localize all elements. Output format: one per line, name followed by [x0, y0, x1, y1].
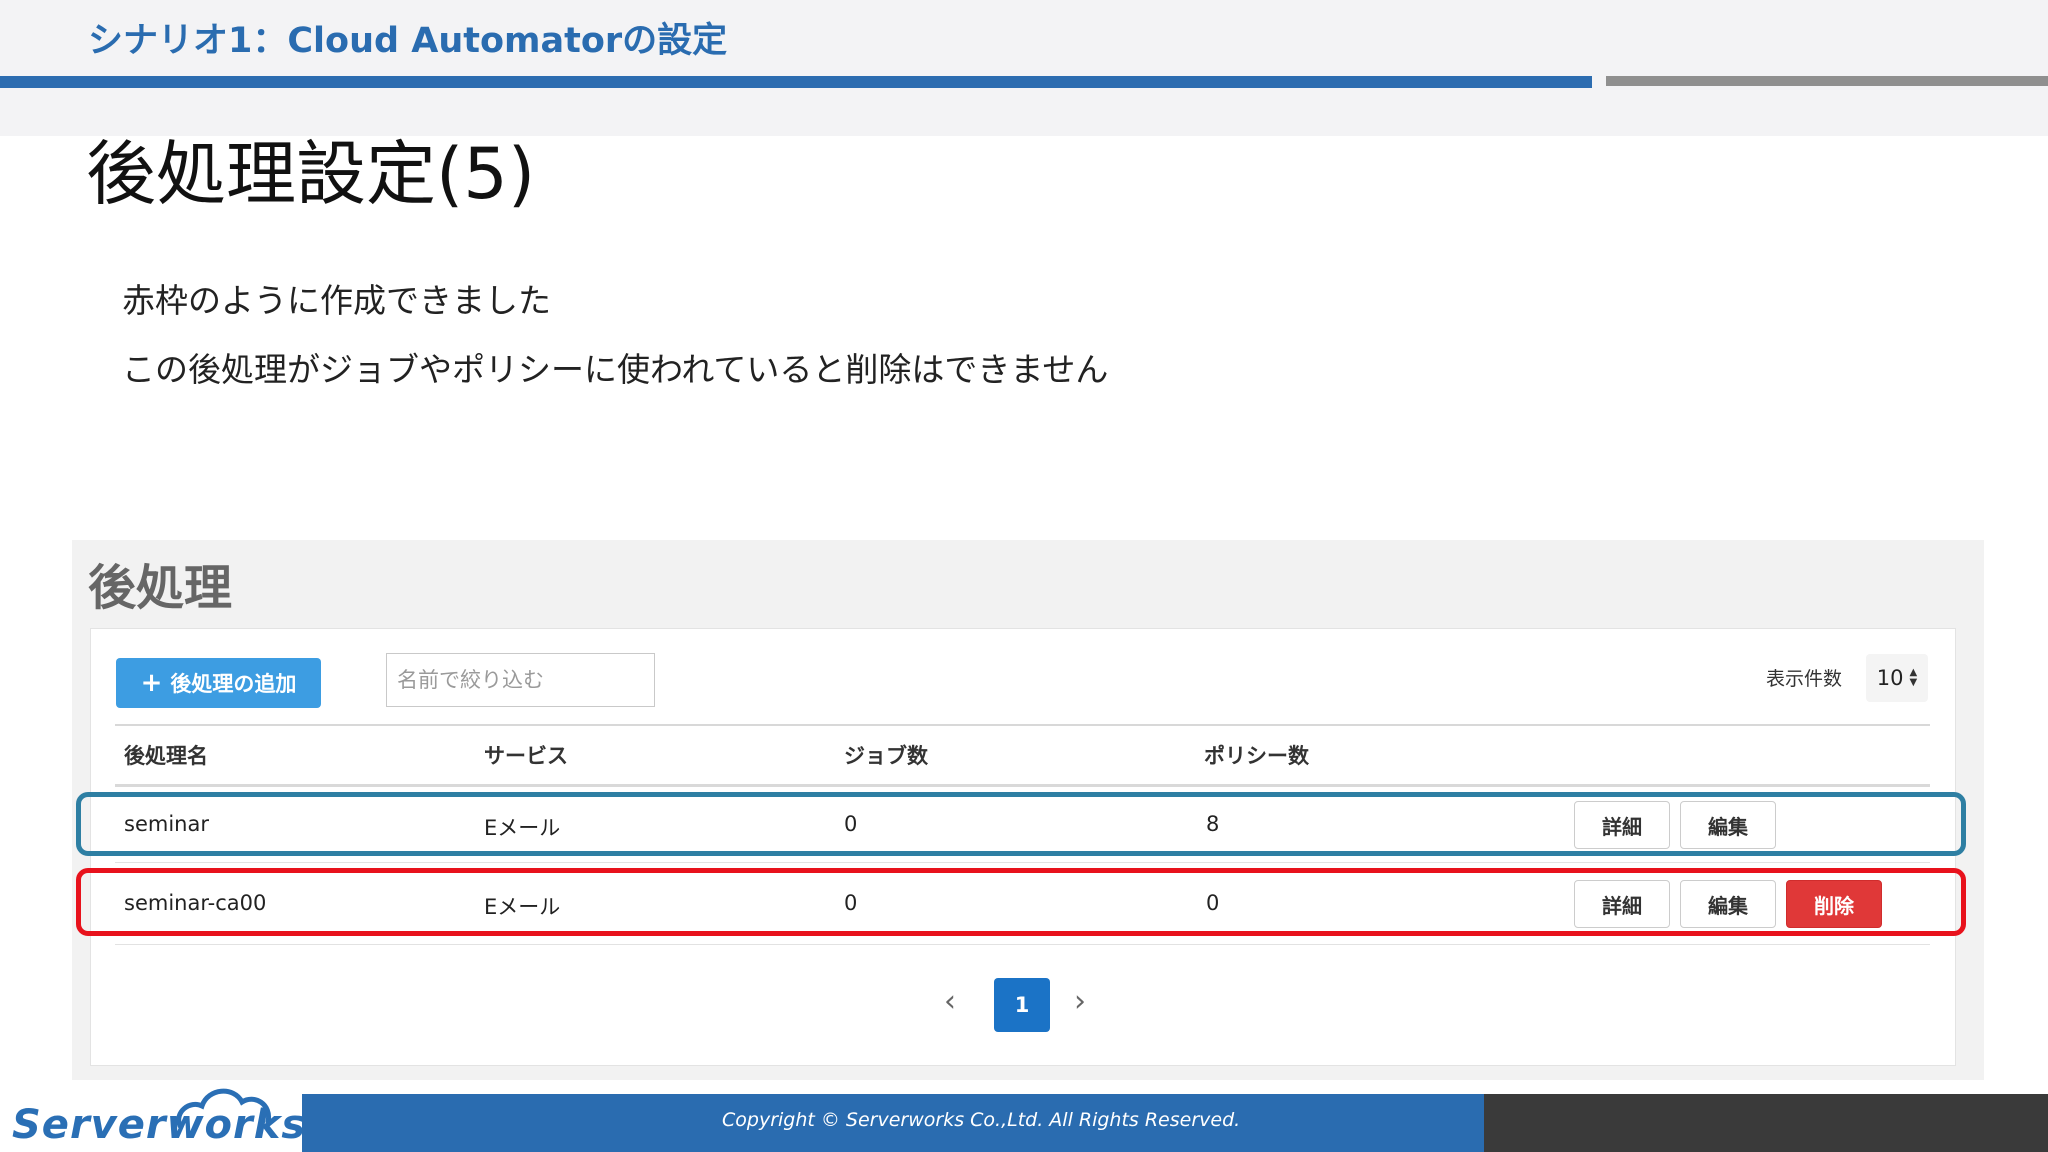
- footer-bar-dark: [1484, 1094, 2048, 1152]
- body-line-2: この後処理がジョブやポリシーに使われていると削除はできません: [122, 350, 1109, 389]
- serverworks-logo: Serverworks: [12, 1102, 307, 1148]
- chevron-left-icon[interactable]: ‹: [944, 984, 956, 1019]
- copyright-text: Copyright © Serverworks Co.,Ltd. All Rig…: [722, 1109, 1241, 1131]
- table-top-divider: [115, 724, 1930, 726]
- red-highlight-frame: [76, 868, 1966, 936]
- per-page-label: 表示件数: [1766, 668, 1843, 690]
- column-header-policies: ポリシー数: [1204, 744, 1309, 768]
- add-post-process-button[interactable]: + 後処理の追加: [116, 658, 321, 708]
- sort-icon: ▲ ▼: [1909, 667, 1918, 688]
- per-page-select[interactable]: 10 ▲ ▼: [1866, 654, 1928, 702]
- header-secondary-bar: [1606, 76, 2048, 86]
- scenario-title: シナリオ1：Cloud Automatorの設定: [88, 21, 728, 61]
- pagination-current-page[interactable]: 1: [994, 978, 1050, 1032]
- panel-title: 後処理: [88, 560, 233, 616]
- row-divider: [115, 944, 1930, 945]
- plus-icon: +: [140, 668, 163, 698]
- name-filter-input[interactable]: [386, 653, 655, 707]
- column-header-jobs: ジョブ数: [844, 744, 928, 768]
- table-header-divider: [115, 784, 1930, 787]
- chevron-right-icon[interactable]: ›: [1074, 984, 1086, 1019]
- slide: シナリオ1：Cloud Automatorの設定 後処理設定(5) 赤枠のように…: [0, 0, 2048, 1152]
- add-button-label: 後処理の追加: [170, 672, 297, 696]
- column-header-name: 後処理名: [124, 744, 208, 768]
- per-page-value: 10: [1876, 666, 1904, 690]
- column-header-service: サービス: [484, 744, 568, 768]
- slide-title: 後処理設定(5): [86, 133, 536, 215]
- body-line-1: 赤枠のように作成できました: [122, 281, 551, 320]
- row-divider: [115, 862, 1930, 863]
- header-accent-bar: [0, 76, 1592, 88]
- blue-highlight-frame: [76, 792, 1966, 856]
